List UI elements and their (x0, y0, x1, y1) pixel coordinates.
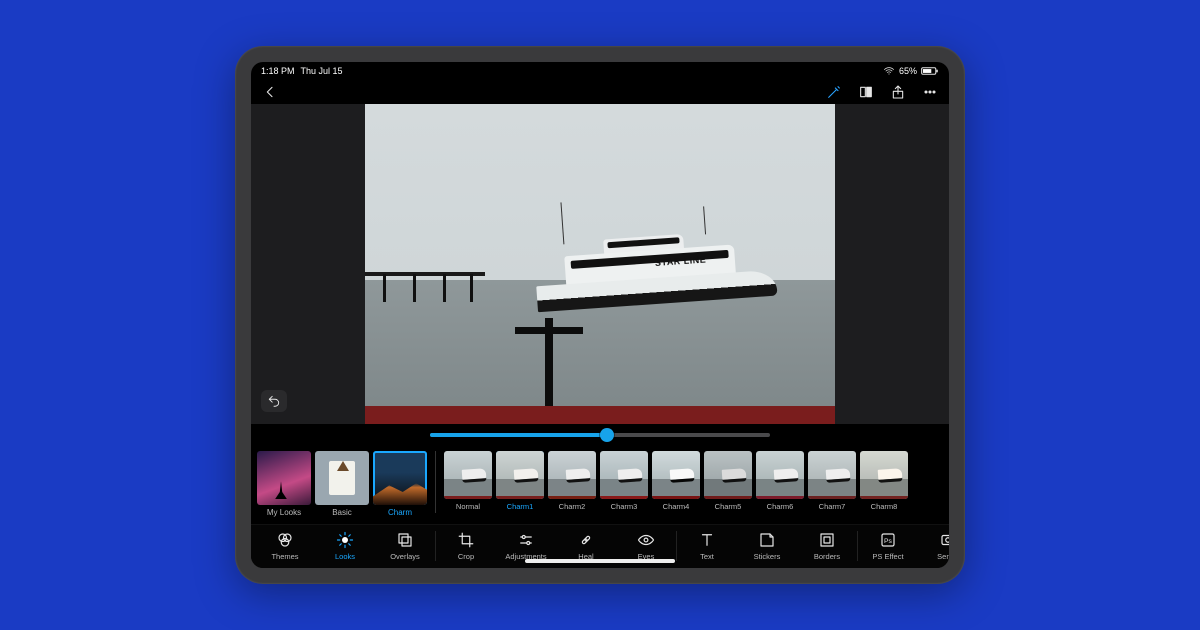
app-screen: 1:18 PM Thu Jul 15 65% (251, 62, 949, 568)
themes-icon (276, 531, 294, 549)
tab-label: Overlays (390, 552, 420, 561)
tab-overlays[interactable]: Overlays (375, 525, 435, 568)
tab-stickers[interactable]: Stickers (737, 525, 797, 568)
overlays-icon (396, 531, 414, 549)
category-label: My Looks (267, 508, 301, 517)
eyes-icon (637, 531, 655, 549)
status-bar: 1:18 PM Thu Jul 15 65% (251, 62, 949, 79)
tab-label: Stickers (754, 552, 781, 561)
intensity-slider[interactable] (430, 433, 770, 437)
category-thumb[interactable] (315, 451, 369, 505)
category-basic[interactable]: Basic (315, 451, 369, 517)
preset-label: Charm5 (715, 502, 742, 511)
tab-label: PS Effect (872, 552, 903, 561)
crop-icon (457, 531, 475, 549)
preset-charm6[interactable]: Charm6 (756, 451, 804, 511)
tab-borders[interactable]: Borders (797, 525, 857, 568)
preset-thumb[interactable] (704, 451, 752, 499)
photo-preview[interactable]: STAR LINE (365, 104, 835, 424)
preset-thumb[interactable] (808, 451, 856, 499)
heal-icon (577, 531, 595, 549)
svg-text:Ps: Ps (884, 538, 893, 545)
home-indicator[interactable] (525, 559, 675, 563)
top-toolbar (251, 79, 949, 104)
tab-label: Text (700, 552, 714, 561)
tab-label: Crop (458, 552, 474, 561)
auto-enhance-button[interactable] (825, 83, 843, 101)
preset-thumb[interactable] (600, 451, 648, 499)
tab-themes[interactable]: Themes (255, 525, 315, 568)
category-charm[interactable]: Charm (373, 451, 427, 517)
status-date: Thu Jul 15 (301, 66, 343, 76)
preset-charm2[interactable]: Charm2 (548, 451, 596, 511)
tablet-frame: 1:18 PM Thu Jul 15 65% (235, 46, 965, 584)
preset-charm1[interactable]: Charm1 (496, 451, 544, 511)
canvas: STAR LINE (251, 104, 949, 424)
preset-label: Charm2 (559, 502, 586, 511)
preset-thumb[interactable] (548, 451, 596, 499)
preset-label: Charm3 (611, 502, 638, 511)
preset-charm7[interactable]: Charm7 (808, 451, 856, 511)
preset-label: Normal (456, 502, 480, 511)
status-time: 1:18 PM (261, 66, 295, 76)
preset-label: Charm1 (507, 502, 534, 511)
preset-thumb[interactable] (860, 451, 908, 499)
adjust-icon (517, 531, 535, 549)
category-label: Charm (388, 508, 412, 517)
looks-icon (336, 531, 354, 549)
filmstrip-divider (435, 451, 436, 513)
preset-label: Charm8 (871, 502, 898, 511)
tab-label: Looks (335, 552, 355, 561)
tab-crop[interactable]: Crop (436, 525, 496, 568)
preset-thumb[interactable] (496, 451, 544, 499)
category-thumb[interactable] (257, 451, 311, 505)
tab-looks[interactable]: Looks (315, 525, 375, 568)
tab-label: Themes (271, 552, 298, 561)
wifi-icon (883, 65, 895, 77)
category-thumb[interactable] (373, 451, 427, 505)
back-button[interactable] (261, 83, 279, 101)
preset-thumb[interactable] (756, 451, 804, 499)
preset-charm8[interactable]: Charm8 (860, 451, 908, 511)
preset-charm3[interactable]: Charm3 (600, 451, 648, 511)
slider-thumb[interactable] (600, 428, 614, 442)
preset-label: Charm4 (663, 502, 690, 511)
preset-normal[interactable]: Normal (444, 451, 492, 511)
undo-button[interactable] (261, 390, 287, 412)
tab-label: Borders (814, 552, 840, 561)
preset-label: Charm6 (767, 502, 794, 511)
slider-fill (430, 433, 607, 437)
category-mylooks[interactable]: My Looks (257, 451, 311, 517)
text-icon (698, 531, 716, 549)
preset-thumb[interactable] (652, 451, 700, 499)
tab-label: Send t (937, 552, 949, 561)
preset-charm4[interactable]: Charm4 (652, 451, 700, 511)
compare-button[interactable] (857, 83, 875, 101)
borders-icon (818, 531, 836, 549)
filmstrip[interactable]: My Looks Basic Charm Normal Charm1 Charm2 Char… (251, 445, 949, 524)
share-button[interactable] (889, 83, 907, 101)
stickers-icon (758, 531, 776, 549)
preset-label: Charm7 (819, 502, 846, 511)
tab-text[interactable]: Text (677, 525, 737, 568)
pseffect-icon: Ps (879, 531, 897, 549)
send-icon (939, 531, 949, 549)
tab-send[interactable]: Send t (918, 525, 949, 568)
intensity-slider-row (251, 424, 949, 445)
tab-pseffect[interactable]: Ps PS Effect (858, 525, 918, 568)
status-battery-pct: 65% (899, 66, 917, 76)
preset-charm5[interactable]: Charm5 (704, 451, 752, 511)
more-button[interactable] (921, 83, 939, 101)
battery-icon (921, 66, 939, 76)
preset-thumb[interactable] (444, 451, 492, 499)
category-label: Basic (332, 508, 352, 517)
